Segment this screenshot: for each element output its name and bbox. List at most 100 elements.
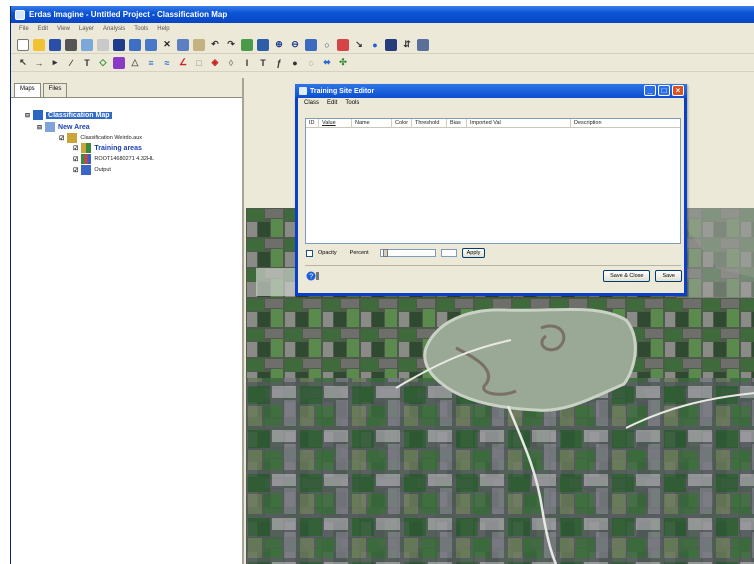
training-site-editor-dialog: Training Site Editor _ □ × Class Edit To… — [295, 84, 687, 296]
checkbox-icon[interactable]: ☑ — [73, 145, 78, 152]
tree-label-layer-file: Classification Weirdo.aux — [80, 135, 143, 141]
fill-color-icon[interactable]: ◈ — [209, 57, 221, 69]
outline-color-icon[interactable]: ◊ — [225, 57, 237, 69]
dialog-menu-tools[interactable]: Tools — [345, 100, 359, 107]
legend-icon[interactable]: ✣ — [337, 57, 349, 69]
zoom-in-icon[interactable]: ⊕ — [273, 39, 285, 51]
move-icon[interactable]: → — [33, 57, 45, 69]
opacity-slider[interactable] — [379, 249, 436, 257]
save-icon[interactable] — [49, 38, 61, 51]
tab-files[interactable]: Files — [42, 83, 68, 97]
marker-icon[interactable]: ≈ — [161, 57, 173, 69]
play-icon[interactable]: ▸ — [49, 57, 61, 69]
fit-icon[interactable] — [241, 38, 253, 51]
dialog-menu-class[interactable]: Class — [304, 100, 319, 107]
polygon-tool-icon[interactable]: ◇ — [97, 57, 109, 69]
checkbox-icon[interactable]: ☑ — [73, 167, 78, 174]
column-header-value[interactable]: Value — [319, 118, 352, 128]
globe-icon[interactable] — [113, 38, 125, 51]
column-header-color[interactable]: Color — [392, 118, 412, 128]
line-tool-icon[interactable]: ∕ — [65, 57, 77, 69]
column-header-bias[interactable]: Bias — [447, 118, 467, 128]
map-contents-pane: Maps Files ⊟ Classification Map ⊟ New Ar… — [11, 78, 244, 564]
menu-help[interactable]: Help — [157, 26, 169, 32]
help-icon[interactable]: ? — [306, 270, 320, 282]
percent-input[interactable] — [440, 249, 457, 257]
zoom-window-icon[interactable] — [257, 38, 269, 51]
symbol-icon[interactable]: △ — [129, 57, 141, 69]
tree-label-image: ROOT14680271 4.32HL — [94, 156, 155, 162]
menu-layer[interactable]: Layer — [79, 26, 94, 32]
dialog-menu-edit[interactable]: Edit — [327, 100, 337, 107]
collapse-icon[interactable]: ⊟ — [25, 112, 30, 119]
paste-icon[interactable] — [193, 38, 205, 51]
window-icon[interactable] — [145, 38, 157, 51]
menu-view[interactable]: View — [57, 26, 70, 32]
layer-icon[interactable] — [129, 38, 141, 51]
minimize-button[interactable]: _ — [644, 85, 656, 96]
print-icon[interactable] — [65, 38, 77, 51]
copy-icon[interactable] — [177, 38, 189, 51]
preview-icon[interactable] — [81, 38, 93, 51]
collapse-icon[interactable]: ⊟ — [37, 124, 42, 131]
tree-node-output[interactable]: ☑ Output — [73, 165, 111, 175]
apply-button[interactable]: Apply — [461, 248, 486, 258]
tree-node-image[interactable]: ☑ ROOT14680271 4.32HL — [73, 154, 154, 164]
checkbox-icon[interactable]: ☑ — [59, 135, 64, 142]
tab-maps[interactable]: Maps — [14, 83, 41, 97]
pan-icon[interactable]: ○ — [321, 39, 333, 51]
drawing-toolbar: ↖ → ▸ ∕ T ◇ △ ≡ ≈ ∠ □ ◈ ◊ I T ƒ ● ◌ ⬌ ✣ — [11, 54, 754, 72]
report-icon[interactable] — [417, 38, 429, 51]
draw-icon[interactable]: ∠ — [177, 57, 189, 69]
checkbox-icon[interactable]: ☑ — [73, 156, 78, 163]
dialog-footer: ? Save & Close Save — [306, 270, 682, 282]
text-tool-icon[interactable]: T — [81, 57, 93, 69]
column-header-imported-val[interactable]: Imported Val — [467, 118, 571, 128]
select-icon[interactable] — [337, 38, 349, 51]
measure-icon[interactable]: ⇵ — [401, 39, 413, 51]
new-icon[interactable] — [17, 38, 29, 51]
identify-icon[interactable]: ↘ — [353, 39, 365, 51]
arrow-tool-icon[interactable]: ⬌ — [321, 57, 333, 69]
tree-node-area[interactable]: ⊟ New Area — [37, 122, 90, 132]
font-icon[interactable]: I — [241, 57, 253, 69]
menu-edit[interactable]: Edit — [38, 26, 48, 32]
column-header-description[interactable]: Description — [571, 119, 680, 128]
undo-icon[interactable]: ↶ — [209, 39, 221, 51]
column-header-id[interactable]: ID — [306, 118, 319, 128]
close-button[interactable]: × — [672, 85, 684, 96]
menu-analysis[interactable]: Analysis — [103, 26, 125, 32]
opacity-controls: Opacity Percent Apply — [306, 248, 486, 258]
table-icon[interactable] — [385, 38, 397, 51]
edit-node-icon[interactable]: ◌ — [305, 57, 317, 69]
extent-icon[interactable] — [305, 38, 317, 51]
opacity-checkbox[interactable] — [306, 249, 313, 257]
tree-label-root: Classification Map — [46, 111, 112, 119]
open-icon[interactable] — [33, 38, 45, 51]
tree-node-training-areas[interactable]: ☑ Training areas — [73, 143, 142, 153]
tree-node-root[interactable]: ⊟ Classification Map — [25, 110, 112, 120]
curve-tool-icon[interactable]: ƒ — [273, 57, 285, 69]
menu-tools[interactable]: Tools — [134, 26, 148, 32]
shape-icon[interactable]: □ — [193, 57, 205, 69]
training-sites-table[interactable]: ID Value Name Color Threshold Bias Impor… — [305, 118, 681, 244]
tree-node-layer-file[interactable]: ☑ Classification Weirdo.aux — [59, 133, 142, 143]
font-size-icon[interactable]: T — [257, 57, 269, 69]
style-icon[interactable] — [113, 56, 125, 69]
pointer-icon[interactable]: ↖ — [17, 57, 29, 69]
cut-icon[interactable]: ✕ — [161, 39, 173, 51]
info-icon[interactable]: ● — [369, 39, 381, 51]
node-icon[interactable]: ● — [289, 57, 301, 69]
zoom-out-icon[interactable]: ⊖ — [289, 39, 301, 51]
column-header-threshold[interactable]: Threshold — [412, 118, 447, 128]
toggle-icon[interactable] — [97, 38, 109, 51]
maximize-button[interactable]: □ — [658, 85, 670, 96]
line-color-icon[interactable]: ≡ — [145, 57, 157, 69]
redo-icon[interactable]: ↷ — [225, 39, 237, 51]
menu-file[interactable]: File — [19, 26, 29, 32]
column-header-name[interactable]: Name — [352, 118, 392, 128]
save-button[interactable]: Save — [655, 270, 682, 282]
save-close-button[interactable]: Save & Close — [603, 270, 651, 282]
tree-label-training-areas: Training areas — [94, 144, 142, 152]
slider-thumb[interactable] — [382, 249, 388, 257]
